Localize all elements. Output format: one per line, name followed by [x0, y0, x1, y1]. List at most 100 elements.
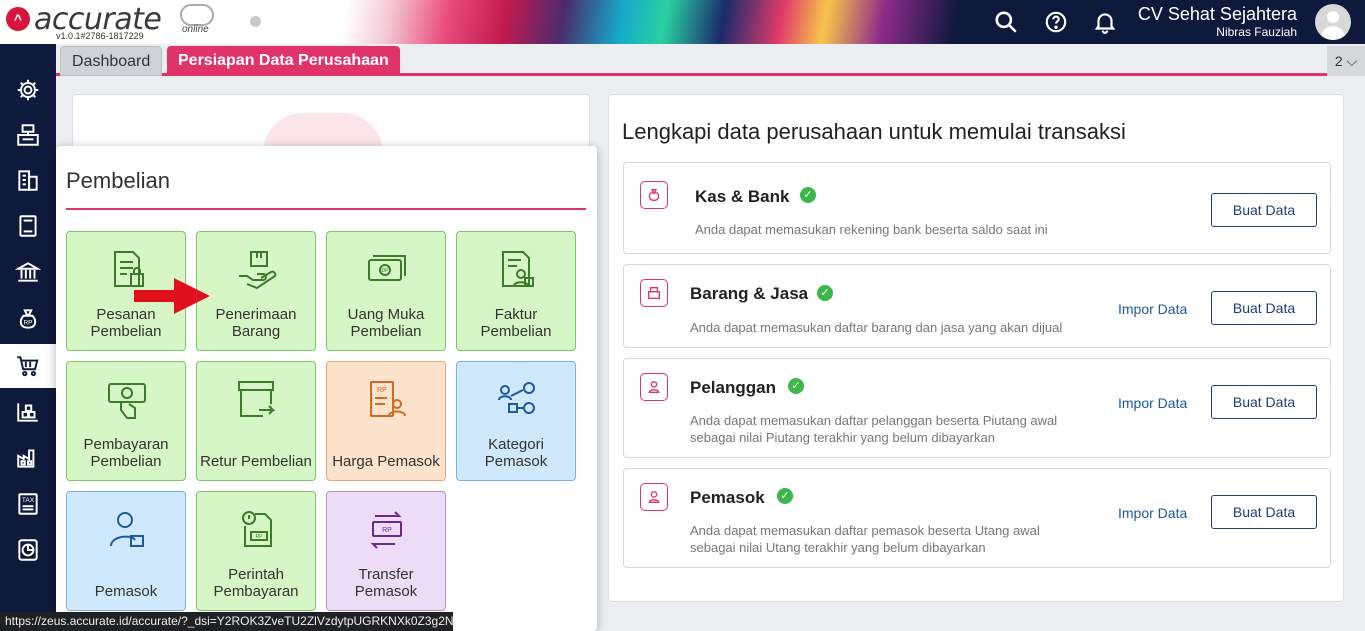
- gear-icon: [17, 79, 39, 101]
- tile-transfer-pemasok[interactable]: RP Transfer Pemasok: [326, 491, 446, 611]
- sidebar-item-report[interactable]: [0, 528, 56, 572]
- tile-label: Uang Muka Pembelian: [347, 306, 425, 340]
- category-icon: [498, 382, 535, 414]
- invoice-icon: [502, 251, 534, 287]
- sidebar-item-factory[interactable]: [0, 436, 56, 480]
- bank-icon: [15, 262, 41, 282]
- tile-pembayaran-pembelian[interactable]: Pembayaran Pembelian: [66, 361, 186, 481]
- header-decoration: [290, 0, 1010, 44]
- tab-bar: Dashboard Persiapan Data Perusahaan 2 ⌵: [56, 44, 1365, 76]
- import-data-link[interactable]: Impor Data: [1118, 505, 1187, 521]
- warehouse-icon: [17, 403, 38, 422]
- tile-perintah-pembayaran[interactable]: RP Perintah Pembayaran: [196, 491, 316, 611]
- cashier-icon: [17, 124, 39, 146]
- help-icon[interactable]: [1043, 9, 1069, 35]
- task-title: Pemasok: [690, 488, 765, 507]
- task-pemasok: Pemasok ✓ Anda dapat memasukan daftar pe…: [623, 468, 1331, 568]
- svg-text:RP: RP: [382, 527, 392, 534]
- svg-text:DP: DP: [382, 268, 390, 274]
- popup-title: Pembelian: [66, 168, 170, 193]
- setup-title: Lengkapi data perusahaan untuk memulai t…: [622, 119, 1126, 144]
- tile-label: Penerimaan Barang: [215, 306, 297, 340]
- sidebar-item-company[interactable]: [0, 158, 56, 202]
- sidebar-item-cashier[interactable]: [0, 113, 56, 157]
- create-data-button[interactable]: Buat Data: [1211, 193, 1317, 227]
- tile-harga-pemasok[interactable]: RP Harga Pemasok: [326, 361, 446, 481]
- sidebar-item-settings[interactable]: [0, 68, 56, 112]
- check-icon: ✓: [777, 488, 793, 504]
- svg-text:RP: RP: [23, 319, 32, 326]
- tile-label: Kategori Pemasok: [484, 436, 548, 470]
- svg-text:RP: RP: [377, 387, 387, 394]
- task-title: Pelanggan: [690, 378, 776, 397]
- sidebar: RP TAX: [0, 44, 56, 631]
- price-list-icon: RP: [370, 381, 406, 417]
- sidebar-item-purchase[interactable]: [0, 344, 56, 388]
- tab-count-dropdown[interactable]: 2 ⌵: [1327, 46, 1365, 76]
- create-data-button[interactable]: Buat Data: [1211, 291, 1317, 325]
- pointer-arrow-icon: [134, 278, 210, 314]
- bell-icon[interactable]: [1092, 9, 1118, 35]
- tile-kategori-pemasok[interactable]: Kategori Pemasok: [456, 361, 576, 481]
- cash-icon: DP: [368, 255, 406, 281]
- payment-order-icon: RP: [242, 511, 272, 547]
- import-data-link[interactable]: Impor Data: [1118, 301, 1187, 317]
- check-icon: ✓: [817, 285, 833, 301]
- task-title: Kas & Bank: [695, 187, 790, 206]
- sidebar-item-ledger[interactable]: [0, 204, 56, 248]
- search-icon[interactable]: [993, 9, 1019, 35]
- tile-label: Faktur Pembelian: [480, 306, 552, 340]
- supplier-icon: [110, 512, 144, 547]
- cloud-icon: [180, 4, 214, 26]
- cart-icon: [17, 356, 39, 377]
- create-data-button[interactable]: Buat Data: [1211, 495, 1317, 529]
- tile-label: Retur Pembelian: [200, 453, 312, 470]
- import-data-link[interactable]: Impor Data: [1118, 395, 1187, 411]
- tile-label: Harga Pemasok: [332, 453, 440, 470]
- create-data-button[interactable]: Buat Data: [1211, 385, 1317, 419]
- tile-label: Pemasok: [94, 583, 158, 600]
- box-icon: [640, 279, 668, 307]
- task-pelanggan: Pelanggan ✓ Anda dapat memasukan daftar …: [623, 358, 1331, 458]
- return-box-icon: [238, 381, 276, 417]
- money-bag-icon: RP: [19, 309, 37, 329]
- tile-retur-pembelian[interactable]: Retur Pembelian: [196, 361, 316, 481]
- company-info[interactable]: CV Sehat Sejahtera Nibras Fauziah: [1138, 4, 1297, 39]
- sidebar-item-tax[interactable]: TAX: [0, 482, 56, 526]
- logo-area[interactable]: ^ accurate online v1.0.1#2786-1817229: [0, 0, 330, 44]
- tab-persiapan-data[interactable]: Persiapan Data Perusahaan: [167, 46, 400, 76]
- tax-icon: TAX: [18, 493, 38, 515]
- tile-label: Pembayaran Pembelian: [83, 436, 169, 470]
- customer-icon: [640, 373, 668, 401]
- tile-faktur-pembelian[interactable]: Faktur Pembelian: [456, 231, 576, 351]
- company-name: CV Sehat Sejahtera: [1137, 4, 1297, 24]
- svg-text:TAX: TAX: [22, 497, 35, 504]
- task-description: Anda dapat memasukan daftar pelanggan be…: [690, 413, 1058, 428]
- version-label: v1.0.1#2786-1817229: [56, 31, 144, 41]
- avatar[interactable]: [1315, 4, 1351, 40]
- browser-status-url: https://zeus.accurate.id/accurate/?_dsi=…: [0, 612, 453, 631]
- top-header: ^ accurate online v1.0.1#2786-1817229 CV…: [0, 0, 1365, 44]
- sidebar-item-sales[interactable]: RP: [0, 297, 56, 341]
- tile-penerimaan-barang[interactable]: Penerimaan Barang: [196, 231, 316, 351]
- task-title: Barang & Jasa: [690, 284, 809, 303]
- report-icon: [18, 539, 38, 561]
- task-description: Anda dapat memasukan daftar pemasok bese…: [690, 523, 1040, 538]
- task-description-2: sebagai nilai Piutang terakhir yang belu…: [690, 430, 995, 445]
- company-setup-card: Lengkapi data perusahaan untuk memulai t…: [608, 94, 1344, 602]
- tile-label: Transfer Pemasok: [354, 566, 418, 600]
- tab-dashboard[interactable]: Dashboard: [60, 46, 163, 76]
- svg-text:RP: RP: [256, 534, 264, 540]
- transfer-icon: RP: [370, 511, 402, 549]
- receive-goods-icon: [239, 251, 277, 290]
- task-description-2: sebagai nilai Utang terakhir yang belum …: [690, 540, 986, 555]
- logo-sub: online: [182, 24, 209, 35]
- tile-uang-muka-pembelian[interactable]: DP Uang Muka Pembelian: [326, 231, 446, 351]
- check-icon: ✓: [800, 187, 816, 203]
- building-icon: [18, 170, 38, 191]
- task-kas-bank: Kas & Bank ✓ Anda dapat memasukan rekeni…: [623, 162, 1331, 254]
- sidebar-item-bank[interactable]: [0, 250, 56, 294]
- payment-icon: [108, 383, 146, 419]
- sidebar-item-inventory[interactable]: [0, 390, 56, 434]
- tile-pemasok[interactable]: Pemasok: [66, 491, 186, 611]
